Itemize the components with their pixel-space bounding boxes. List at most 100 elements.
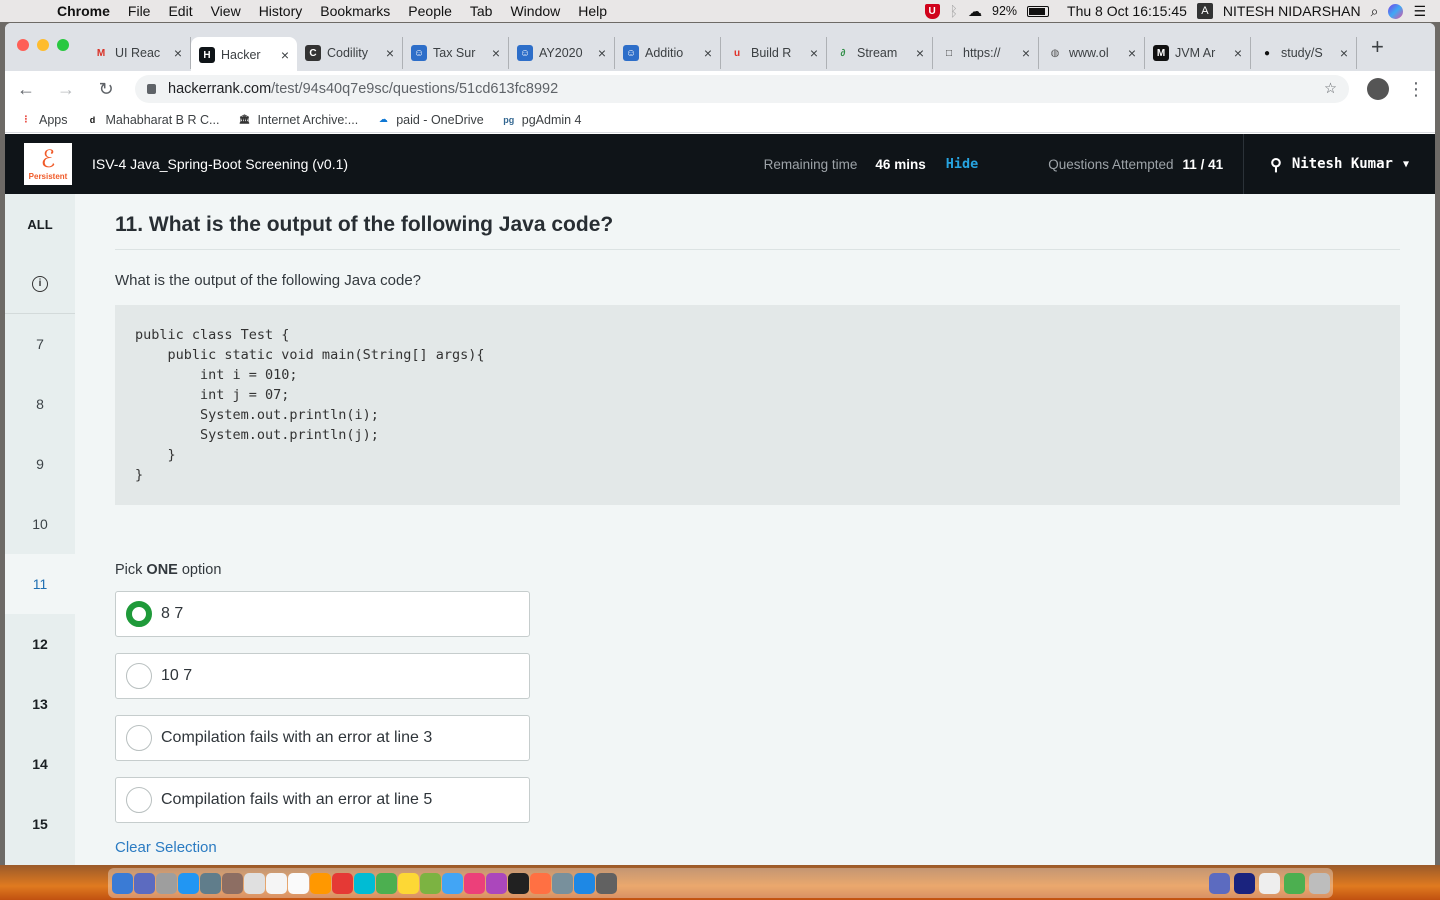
dock-app-icon[interactable] [1259, 872, 1280, 894]
dock-app-icon[interactable] [486, 872, 507, 894]
close-tab-icon[interactable]: × [1234, 45, 1242, 61]
dock-app-icon[interactable] [1209, 872, 1230, 894]
menu-window[interactable]: Window [501, 3, 569, 19]
close-tab-icon[interactable]: × [1022, 45, 1030, 61]
browser-tab[interactable]: M UI Reac × [85, 37, 191, 69]
browser-tab[interactable]: □ https:// × [933, 37, 1039, 69]
menu-app-name[interactable]: Chrome [48, 3, 119, 19]
close-tab-icon[interactable]: × [174, 45, 182, 61]
menu-help[interactable]: Help [569, 3, 616, 19]
spotlight-search-icon[interactable]: ⌕ [1371, 3, 1379, 20]
dock-app-icon[interactable] [596, 872, 617, 894]
user-menu[interactable]: ⚲ Nitesh Kumar ▼ [1243, 134, 1435, 194]
dock-app-icon[interactable] [332, 872, 353, 894]
close-window-button[interactable] [17, 39, 29, 51]
close-tab-icon[interactable]: × [1128, 45, 1136, 61]
menu-file[interactable]: File [119, 3, 160, 19]
bookmark-item[interactable]: pg pgAdmin 4 [502, 113, 581, 127]
question-number-14[interactable]: 14 [5, 734, 75, 794]
profile-avatar[interactable] [1367, 78, 1389, 100]
close-tab-icon[interactable]: × [916, 45, 924, 61]
menu-tab[interactable]: Tab [461, 3, 502, 19]
question-number-8[interactable]: 8 [5, 374, 75, 434]
close-tab-icon[interactable]: × [704, 45, 712, 61]
dock-app-icon[interactable] [1234, 872, 1255, 894]
dock-app-icon[interactable] [1284, 872, 1305, 894]
question-number-7[interactable]: 7 [5, 314, 75, 374]
hide-timer-link[interactable]: Hide [946, 156, 979, 172]
dock-app-icon[interactable] [530, 872, 551, 894]
lock-icon[interactable] [147, 84, 156, 94]
question-number-15[interactable]: 15 [5, 794, 75, 854]
clear-selection-link[interactable]: Clear Selection [115, 839, 1400, 856]
mcafee-shield-icon[interactable]: U [924, 3, 940, 19]
forward-arrow-icon[interactable]: → [55, 79, 77, 100]
dock-app-icon[interactable] [508, 872, 529, 894]
close-tab-icon[interactable]: × [492, 45, 500, 61]
battery-icon[interactable] [1027, 5, 1050, 17]
radio-unselected-icon[interactable] [126, 725, 152, 751]
address-bar[interactable]: hackerrank.com/test/94s40q7e9sc/question… [135, 75, 1349, 103]
dock-app-icon[interactable] [222, 872, 243, 894]
browser-tab[interactable]: C Codility × [297, 37, 403, 69]
dock-app-icon[interactable] [398, 872, 419, 894]
browser-tab[interactable]: ☺ AY2020 × [509, 37, 615, 69]
close-tab-icon[interactable]: × [598, 45, 606, 61]
browser-tab[interactable]: H Hacker × [191, 37, 297, 73]
reload-icon[interactable]: ↻ [95, 79, 117, 100]
answer-option[interactable]: Compilation fails with an error at line … [115, 715, 530, 761]
dock-app-icon[interactable] [442, 872, 463, 894]
bookmark-item[interactable]: 🏛 Internet Archive:... [237, 113, 358, 127]
minimize-window-button[interactable] [37, 39, 49, 51]
answer-option[interactable]: Compilation fails with an error at line … [115, 777, 530, 823]
radio-unselected-icon[interactable] [126, 787, 152, 813]
question-number-11[interactable]: 11 [5, 554, 75, 614]
question-number-10[interactable]: 10 [5, 494, 75, 554]
dock-app-icon[interactable] [112, 872, 133, 894]
menubar-user-name[interactable]: NITESH NIDARSHAN [1223, 3, 1361, 19]
info-button[interactable]: i [5, 254, 75, 314]
menu-bookmarks[interactable]: Bookmarks [311, 3, 399, 19]
close-tab-icon[interactable]: × [386, 45, 394, 61]
dock-app-icon[interactable] [200, 872, 221, 894]
bookmark-item[interactable]: d Mahabharat B R C... [86, 113, 220, 127]
menu-edit[interactable]: Edit [159, 3, 201, 19]
all-questions-button[interactable]: ALL [5, 194, 75, 254]
back-arrow-icon[interactable]: ← [15, 79, 37, 100]
question-number-9[interactable]: 9 [5, 434, 75, 494]
new-tab-plus-icon[interactable]: + [1371, 34, 1384, 60]
dock-app-icon[interactable] [354, 872, 375, 894]
bookmark-item[interactable]: ☁ paid - OneDrive [376, 113, 484, 127]
close-tab-icon[interactable]: × [810, 45, 818, 61]
browser-tab[interactable]: ● study/S × [1251, 37, 1357, 69]
dock-app-icon[interactable] [156, 872, 177, 894]
bookmark-star-icon[interactable]: ☆ [1324, 81, 1337, 97]
browser-tab[interactable]: M JVM Ar × [1145, 37, 1251, 69]
close-tab-icon[interactable]: × [1340, 45, 1348, 61]
bookmark-item[interactable]: ⋮ Apps [19, 113, 68, 127]
clock-datetime[interactable]: Thu 8 Oct 16:15:45 [1067, 3, 1187, 19]
dock-app-icon[interactable] [244, 872, 265, 894]
input-source-icon[interactable]: A [1196, 3, 1213, 19]
notification-center-icon[interactable]: ☰ [1413, 3, 1426, 20]
dock-app-icon[interactable] [552, 872, 573, 894]
browser-tab[interactable]: u Build R × [721, 37, 827, 69]
browser-tab[interactable]: ☺ Tax Sur × [403, 37, 509, 69]
dock-app-icon[interactable] [178, 872, 199, 894]
dock-app-icon[interactable] [376, 872, 397, 894]
dock-app-icon[interactable] [134, 872, 155, 894]
radio-selected-icon[interactable] [126, 601, 152, 627]
dock-app-icon[interactable] [266, 872, 287, 894]
dock-app-icon[interactable] [288, 872, 309, 894]
browser-tab[interactable]: ∂ Stream × [827, 37, 933, 69]
cloud-sync-icon[interactable]: ☁ [968, 3, 982, 20]
dock-app-icon[interactable] [574, 872, 595, 894]
radio-unselected-icon[interactable] [126, 663, 152, 689]
answer-option[interactable]: 10 7 [115, 653, 530, 699]
bluetooth-icon[interactable]: ᛒ [950, 3, 958, 19]
dock-app-icon[interactable] [464, 872, 485, 894]
browser-tab[interactable]: ☺ Additio × [615, 37, 721, 69]
close-tab-icon[interactable]: × [281, 47, 289, 63]
dock-app-icon[interactable] [420, 872, 441, 894]
dock-app-icon[interactable] [310, 872, 331, 894]
